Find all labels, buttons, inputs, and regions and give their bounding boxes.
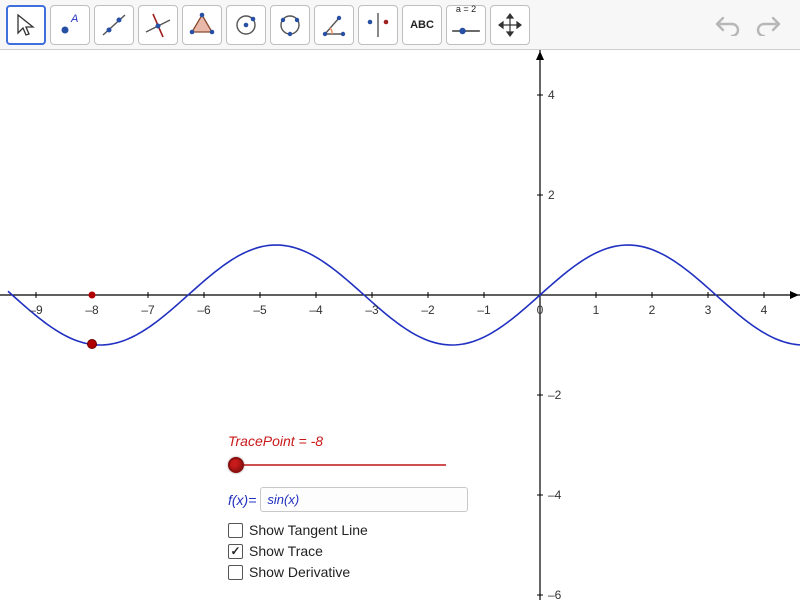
perpendicular-tool[interactable] xyxy=(138,5,178,45)
move-tool[interactable] xyxy=(6,5,46,45)
x-tick-label: –5 xyxy=(253,303,266,317)
trace-point-label: TracePoint = -8 xyxy=(228,433,468,449)
trace-point-slider[interactable] xyxy=(236,455,446,475)
svg-text:A: A xyxy=(70,13,78,25)
slider-tool-label: a = 2 xyxy=(456,4,476,14)
angle-tool[interactable] xyxy=(314,5,354,45)
function-input[interactable] xyxy=(260,487,468,512)
text-tool-label: ABC xyxy=(410,19,434,31)
x-tick-label: 2 xyxy=(649,303,656,317)
slider-track xyxy=(236,464,446,466)
circle-3pt-tool[interactable] xyxy=(270,5,310,45)
checkbox-box[interactable] xyxy=(228,523,243,538)
y-tick-label: 2 xyxy=(548,188,555,202)
checkbox-box[interactable] xyxy=(228,565,243,580)
redo-button[interactable] xyxy=(752,10,786,40)
x-tick-label: 4 xyxy=(761,303,768,317)
checkbox-label: Show Derivative xyxy=(249,564,350,580)
y-tick-label: –2 xyxy=(548,388,561,402)
checkbox-deriv[interactable]: Show Derivative xyxy=(228,564,468,580)
y-tick-label: –4 xyxy=(548,488,561,502)
checkbox-trace[interactable]: Show Trace xyxy=(228,543,468,559)
line-tool[interactable] xyxy=(94,5,134,45)
checkbox-tangent[interactable]: Show Tangent Line xyxy=(228,522,468,538)
checkbox-label: Show Trace xyxy=(249,543,323,559)
graph-area[interactable]: –9–8–7–6–5–4–3–2–101234–6–4–224 TracePoi… xyxy=(0,50,800,600)
x-tick-label: 1 xyxy=(593,303,600,317)
toolbar: A ABC a = 2 xyxy=(0,0,800,50)
circle-center-tool[interactable] xyxy=(226,5,266,45)
x-tick-label: –9 xyxy=(29,303,42,317)
x-tick-label: –6 xyxy=(197,303,210,317)
x-tick-label: 3 xyxy=(705,303,712,317)
x-tick-label: –2 xyxy=(421,303,434,317)
function-prefix: f(x)= xyxy=(228,492,256,508)
reflect-tool[interactable] xyxy=(358,5,398,45)
text-tool[interactable]: ABC xyxy=(402,5,442,45)
y-tick-label: 4 xyxy=(548,88,555,102)
x-tick-label: –7 xyxy=(141,303,154,317)
slider-tool[interactable]: a = 2 xyxy=(446,5,486,45)
x-tick-label: –3 xyxy=(365,303,378,317)
slider-thumb[interactable] xyxy=(228,457,244,473)
checkbox-box[interactable] xyxy=(228,544,243,559)
undo-button[interactable] xyxy=(710,10,744,40)
polygon-tool[interactable] xyxy=(182,5,222,45)
checkbox-label: Show Tangent Line xyxy=(249,522,368,538)
x-tick-label: 0 xyxy=(537,303,544,317)
move-graphics-tool[interactable] xyxy=(490,5,530,45)
trace-axis-point[interactable] xyxy=(89,292,96,299)
x-tick-label: –8 xyxy=(85,303,98,317)
controls-panel: TracePoint = -8 f(x)= Show Tangent Line S… xyxy=(228,433,468,585)
x-tick-label: –1 xyxy=(477,303,490,317)
trace-curve-point[interactable] xyxy=(87,339,97,349)
x-tick-label: –4 xyxy=(309,303,322,317)
point-tool[interactable]: A xyxy=(50,5,90,45)
